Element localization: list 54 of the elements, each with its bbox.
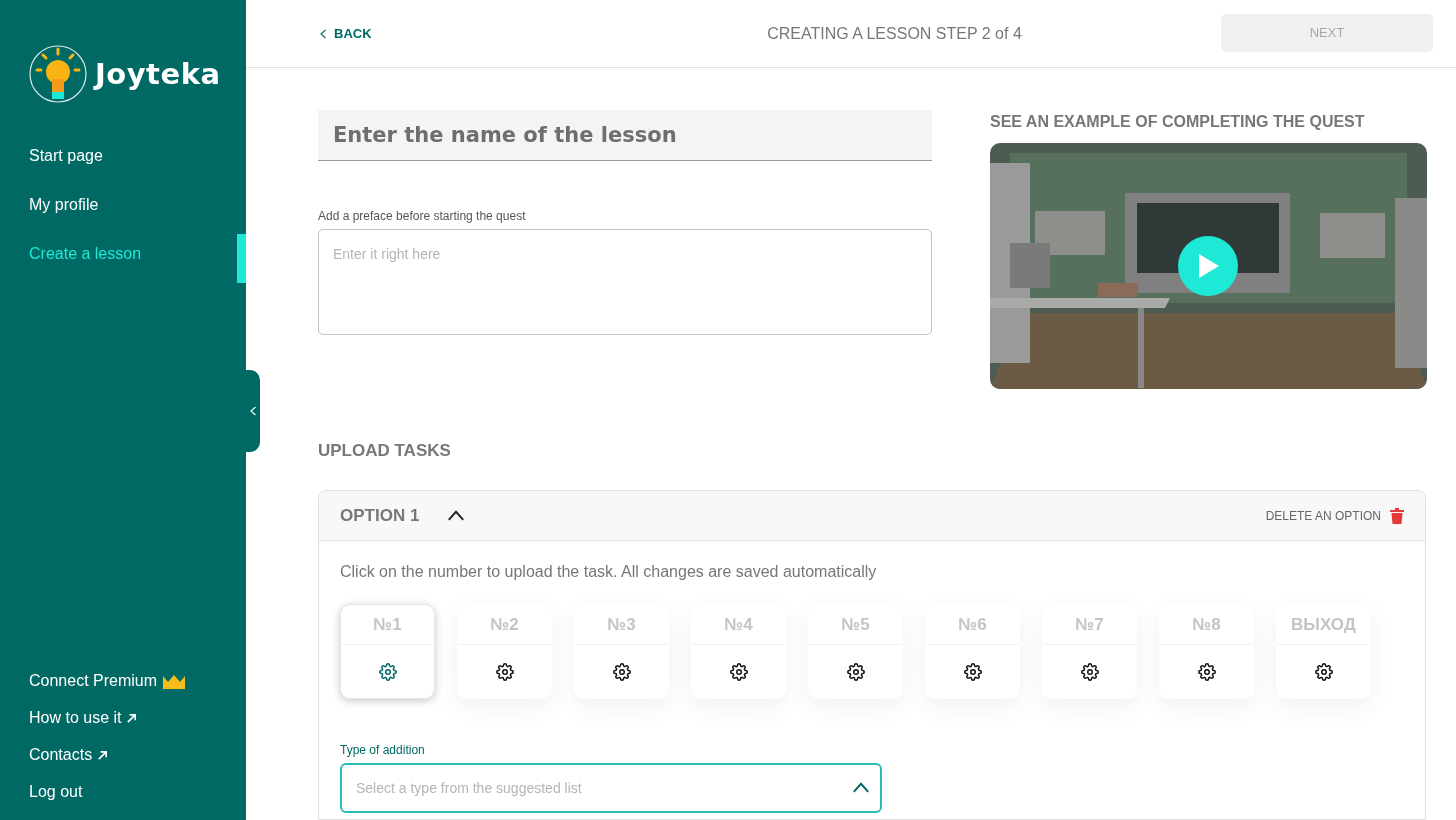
external-link-icon — [126, 712, 138, 724]
sidebar-link[interactable]: How to use it — [29, 708, 246, 728]
delete-option-button[interactable]: DELETE AN OPTION — [1265, 507, 1404, 524]
active-indicator — [237, 234, 246, 283]
task-card[interactable]: №5 — [808, 604, 903, 699]
task-card[interactable]: №3 — [574, 604, 669, 699]
field-label: Type of addition — [340, 743, 426, 757]
chevron-left-icon — [250, 406, 256, 416]
task-card[interactable]: №6 — [925, 604, 1020, 699]
settings-icon — [1080, 662, 1099, 681]
task-card[interactable]: №4 — [691, 604, 786, 699]
caret-icon[interactable] — [852, 782, 870, 793]
sidebar-link[interactable]: Log out — [29, 782, 246, 802]
hint-text: Click on the number to upload the task. All changes are saved automatically — [340, 563, 878, 581]
type-select[interactable]: Select a type from the suggested list — [340, 763, 882, 813]
step-title: CREATING A LESSON STEP 2 of 4 — [766, 24, 1023, 43]
preface-label: Add a preface before starting the quest — [318, 209, 527, 223]
logo-text: Joyteka — [95, 57, 221, 91]
chevron-left-icon — [320, 28, 326, 39]
settings-icon — [963, 662, 982, 681]
lesson-name-field[interactable]: Enter the name of the lesson — [318, 110, 932, 161]
external-link-icon — [97, 749, 109, 761]
task-card[interactable]: №7 — [1042, 604, 1137, 699]
back-link[interactable]: BACK — [318, 26, 438, 41]
nav-item[interactable]: My profile — [0, 185, 246, 234]
sidebar-link[interactable]: Contacts — [29, 745, 246, 765]
settings-icon — [729, 662, 748, 681]
task-card[interactable]: №2 — [457, 604, 552, 699]
settings-icon — [846, 662, 865, 681]
link-label: How to use it — [29, 708, 122, 728]
preface-field[interactable]: Enter it right here — [318, 229, 932, 335]
settings-icon — [1314, 662, 1333, 681]
sidebar-link[interactable]: Connect Premium — [29, 671, 246, 691]
task-card[interactable]: ВЫХОД — [1276, 604, 1371, 699]
collapse-toggle[interactable] — [447, 510, 466, 521]
lightbulb-logo-icon — [29, 45, 87, 103]
play-icon — [1196, 253, 1220, 279]
settings-icon — [612, 662, 631, 681]
example-title: SEE AN EXAMPLE OF COMPLETING THE QUEST — [990, 112, 1366, 132]
link-label: Log out — [29, 782, 83, 802]
settings-icon — [1197, 662, 1216, 681]
settings-icon — [495, 662, 514, 681]
nav-item[interactable]: Start page — [0, 136, 246, 185]
crown-icon — [162, 673, 187, 689]
link-label: Contacts — [29, 745, 93, 765]
nav-item[interactable]: Create a lesson — [0, 234, 246, 283]
option-title: OPTION 1 — [340, 505, 420, 526]
collapse-sidebar-button[interactable] — [246, 370, 260, 452]
settings-icon — [378, 662, 397, 681]
trash-icon — [1390, 507, 1404, 524]
task-card[interactable]: №1 — [340, 604, 435, 699]
section-title: UPLOAD TASKS — [318, 441, 452, 461]
link-label: Connect Premium — [29, 671, 158, 691]
task-card[interactable]: №8 — [1159, 604, 1254, 699]
